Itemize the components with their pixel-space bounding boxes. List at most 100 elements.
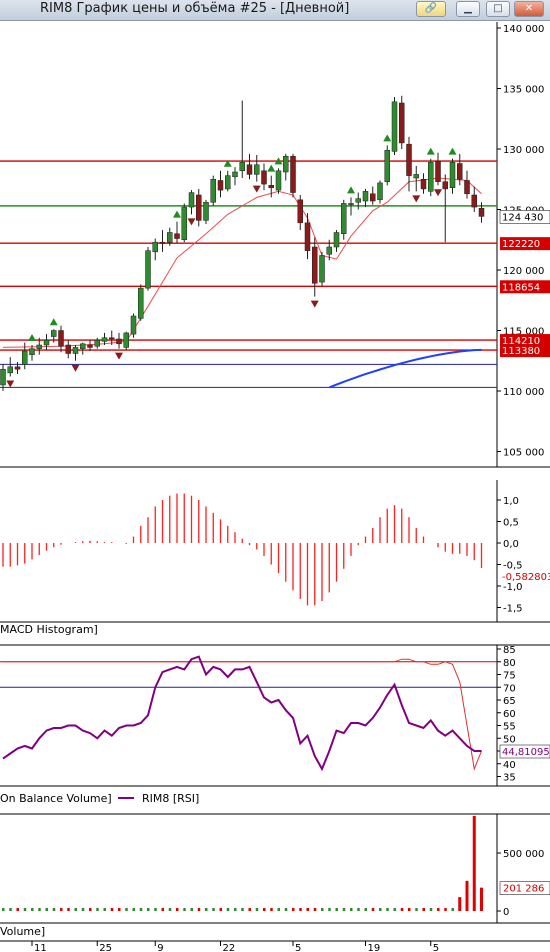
candle-body	[225, 175, 231, 190]
candle-body	[174, 233, 180, 239]
candle-body	[362, 191, 369, 202]
volume-bar	[335, 908, 338, 911]
volume-bar	[386, 908, 389, 911]
candle-body	[7, 366, 13, 374]
rsi-tick-label: 70	[503, 683, 516, 694]
rsi-tick-label: 60	[503, 709, 516, 720]
volume-bar	[31, 908, 34, 911]
rsi-tick-label: 80	[503, 658, 516, 669]
volume-bar	[2, 908, 5, 911]
candle-body	[348, 203, 354, 205]
candle-body	[109, 337, 115, 340]
candle-body	[283, 156, 289, 173]
candle-body	[101, 337, 108, 342]
window-title: RIM8 График цены и объёма #25 - [Дневной…	[40, 1, 350, 16]
vol-last-label: 201 286	[503, 884, 544, 895]
candle-body	[22, 350, 28, 365]
volume-bar	[74, 908, 77, 911]
volume-bar	[23, 908, 27, 911]
volume-bar	[212, 908, 215, 911]
rsi-tick-label: 55	[503, 722, 516, 733]
chart-area: 140 000135 000130 000125 000120 000115 0…	[0, 22, 550, 952]
candle-body	[290, 156, 296, 193]
candle-body	[0, 368, 6, 386]
volume-bar	[371, 908, 375, 911]
candle-body	[435, 160, 441, 182]
volume-bar	[437, 908, 440, 911]
volume-bar	[270, 908, 273, 911]
link-icon[interactable]: 🔗	[416, 1, 446, 17]
last-price-label: 124 430	[502, 212, 543, 223]
macd-tick-label: -1,0	[503, 582, 523, 593]
volume-bar	[472, 815, 476, 911]
date-axis: 11 25 9 22 5 19 5	[0, 940, 550, 952]
volume-bar	[313, 908, 317, 911]
maximize-button[interactable]: □	[486, 1, 510, 17]
volume-bar	[299, 908, 302, 911]
volume-bar	[248, 908, 251, 911]
volume-bar	[226, 908, 230, 911]
volume-bar	[197, 908, 201, 911]
candle-body	[51, 330, 57, 337]
volume-bar	[321, 908, 324, 911]
volume-bar	[292, 908, 295, 911]
candle-body	[442, 181, 448, 190]
rsi-tick-label: 35	[503, 773, 516, 784]
volume-bar	[118, 908, 121, 911]
candle-body	[65, 344, 71, 354]
candle-body	[449, 162, 456, 188]
candle-body	[210, 179, 216, 203]
price-tick-label: 110 000	[503, 387, 544, 398]
date-tick-label: 19	[368, 943, 381, 952]
candle-body	[304, 222, 311, 251]
volume-bar	[306, 908, 309, 911]
rsi-tick-label: 40	[503, 760, 516, 771]
candle-body	[203, 201, 209, 221]
candle-body	[464, 180, 470, 195]
price-tick-label: 135 000	[503, 85, 544, 96]
candle-body	[123, 332, 129, 348]
volume-bar	[429, 908, 433, 911]
candle-body	[420, 179, 427, 190]
volume-bar	[205, 908, 208, 911]
volume-bar	[219, 908, 222, 911]
candle-body	[333, 232, 340, 248]
candle-body	[261, 170, 267, 185]
volume-bar	[364, 908, 367, 911]
volume-bar	[342, 908, 346, 911]
date-tick-label: 5	[433, 943, 439, 952]
volume-bar	[9, 908, 12, 911]
volume-bar	[234, 908, 237, 911]
close-button[interactable]: ✕	[514, 1, 544, 17]
volume-bar	[458, 897, 462, 911]
macd-plot-bg	[0, 480, 497, 622]
volume-bar	[451, 908, 454, 911]
candle-body	[232, 171, 238, 178]
candle-body	[341, 203, 347, 234]
macd-tick-label: -1,5	[503, 604, 523, 615]
volume-bar	[147, 908, 150, 911]
candle-body	[254, 164, 260, 175]
minimize-button[interactable]: ▁	[456, 1, 480, 17]
candle-body	[130, 315, 137, 335]
volume-bar	[52, 908, 56, 911]
volume-bar	[89, 908, 92, 911]
volume-bar	[400, 908, 404, 911]
volume-bar	[183, 908, 186, 911]
volume-bar	[393, 908, 396, 911]
candle-body	[384, 149, 390, 182]
volume-bar	[379, 908, 382, 911]
date-tick-label: 11	[34, 943, 47, 952]
volume-bar	[168, 908, 172, 911]
rsi-tick-label: 65	[503, 696, 516, 707]
volume-bar	[284, 908, 288, 911]
date-tick-label: 5	[295, 943, 301, 952]
date-tick-label: 22	[223, 943, 236, 952]
candle-body	[94, 339, 100, 347]
volume-bar	[125, 908, 128, 911]
obv-legend: On Balance Volume]	[0, 792, 112, 805]
volume-bar	[154, 908, 157, 911]
candle-body	[391, 101, 398, 152]
candle-body	[297, 199, 303, 224]
candle-body	[58, 330, 64, 347]
